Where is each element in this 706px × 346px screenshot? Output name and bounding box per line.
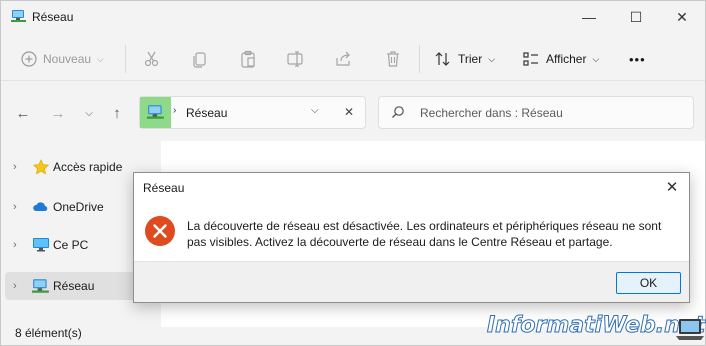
address-text[interactable]: Réseau: [186, 106, 227, 120]
watermark-text: InformatiWeb.net: [486, 313, 706, 339]
chevron-right-icon[interactable]: ›: [13, 280, 17, 292]
dialog-title: Réseau: [143, 181, 185, 195]
chevron-right-icon[interactable]: ›: [13, 201, 17, 213]
close-icon: ✕: [676, 8, 688, 25]
minimize-icon: —: [582, 9, 596, 25]
file-explorer-window: Réseau — ☐ ✕ Nouveau ⌵ Trier ⌵ Afficher …: [0, 0, 706, 346]
search-input[interactable]: Rechercher dans : Réseau: [420, 106, 563, 120]
minimize-button[interactable]: —: [566, 1, 612, 33]
view-label: Afficher: [546, 52, 587, 66]
sort-arrows-icon: [435, 52, 450, 66]
arrow-left-icon: ←: [15, 104, 31, 122]
more-icon: •••: [629, 51, 646, 67]
laptop-logo-icon: [676, 319, 704, 340]
close-icon: ✕: [665, 179, 679, 196]
recent-locations-button[interactable]: ⌵: [79, 103, 99, 123]
error-dialog: Réseau ✕ La découverte de réseau est dés…: [133, 172, 690, 303]
sidebar-item-label: OneDrive: [53, 200, 104, 214]
breadcrumb-separator-icon: ›: [173, 105, 177, 116]
trash-icon: [387, 51, 399, 67]
network-icon: [32, 279, 49, 293]
cloud-icon: [33, 202, 48, 211]
arrow-right-icon: →: [50, 104, 66, 122]
view-button[interactable]: Afficher ⌵: [522, 47, 599, 71]
sidebar-item-label: Réseau: [53, 279, 95, 293]
network-icon: [11, 10, 26, 22]
copy-button[interactable]: [191, 47, 209, 71]
chevron-right-icon[interactable]: ›: [13, 239, 17, 251]
new-button[interactable]: Nouveau ⌵: [21, 47, 104, 71]
window-title: Réseau: [32, 10, 74, 24]
chevron-down-icon: ⌵: [97, 53, 104, 64]
sidebar-item-label: Ce PC: [53, 238, 89, 252]
up-button[interactable]: ↑: [107, 103, 127, 123]
new-label: Nouveau: [43, 52, 92, 66]
toolbar-divider: [125, 45, 126, 73]
close-window-button[interactable]: ✕: [659, 1, 705, 33]
clipboard-icon: [241, 50, 255, 68]
command-bar: Nouveau ⌵ Trier ⌵ Afficher ⌵ •••: [1, 37, 705, 81]
delete-button[interactable]: [384, 47, 402, 71]
maximize-icon: ☐: [629, 8, 643, 25]
sort-label: Trier: [458, 52, 483, 66]
dialog-footer: OK: [134, 261, 689, 302]
address-history-dropdown[interactable]: ⌵: [311, 105, 319, 116]
chevron-down-icon: ⌵: [592, 53, 600, 64]
share-icon: [336, 51, 350, 66]
paste-button[interactable]: [239, 47, 257, 71]
rename-button[interactable]: [286, 47, 304, 71]
view-list-icon: [523, 52, 538, 66]
chevron-down-icon: ⌵: [85, 107, 93, 119]
dialog-message: La découverte de réseau est désactivée. …: [187, 219, 662, 249]
more-options-button[interactable]: •••: [629, 47, 646, 71]
search-icon: [392, 106, 404, 118]
star-icon: [32, 159, 50, 175]
title-bar: Réseau — ☐ ✕: [1, 1, 705, 33]
arrow-up-icon: ↑: [113, 104, 121, 122]
cut-button[interactable]: [143, 47, 161, 71]
address-clear-icon[interactable]: ✕: [344, 105, 354, 119]
error-icon: [145, 216, 175, 246]
chevron-down-icon: ⌵: [488, 53, 496, 64]
plus-circle-icon: [21, 51, 37, 67]
chevron-right-icon[interactable]: ›: [13, 161, 17, 173]
network-icon: [147, 105, 164, 119]
maximize-button[interactable]: ☐: [613, 1, 659, 33]
copy-icon: [193, 52, 206, 68]
back-button[interactable]: ←: [13, 103, 33, 123]
toolbar-divider: [419, 45, 420, 73]
forward-button[interactable]: →: [48, 103, 68, 123]
sidebar-item-label: Accès rapide: [53, 160, 123, 174]
status-item-count: 8 élément(s): [15, 326, 82, 340]
sort-button[interactable]: Trier ⌵: [434, 47, 495, 71]
scissors-icon: [144, 51, 159, 67]
monitor-icon: [33, 238, 49, 252]
share-button[interactable]: [334, 47, 352, 71]
dialog-close-button[interactable]: ✕: [658, 175, 686, 199]
ok-button[interactable]: OK: [616, 272, 681, 294]
rename-icon: [287, 51, 303, 67]
